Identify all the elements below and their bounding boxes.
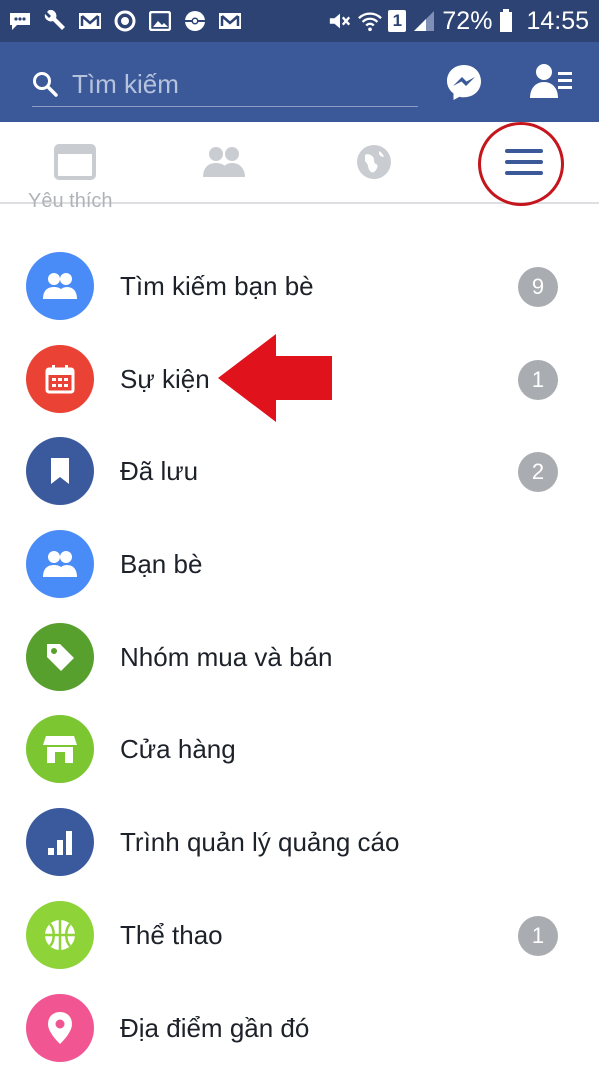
friend-requests-button[interactable] — [530, 60, 574, 104]
news-feed-icon — [54, 144, 96, 180]
ball-icon — [26, 901, 94, 969]
annotation-arrow-icon — [218, 334, 332, 422]
menu-item-nearby-places[interactable]: Địa điểm gần đó — [0, 982, 599, 1074]
mute-icon — [328, 10, 352, 32]
messenger-button[interactable] — [442, 60, 486, 104]
bar-chart-icon — [26, 808, 94, 876]
menu-item-find-friends[interactable]: Tìm kiếm bạn bè 9 — [0, 240, 599, 333]
friends-icon — [202, 145, 246, 179]
menu-item-label: Thể thao — [120, 920, 223, 951]
image-icon — [148, 10, 172, 32]
menu-item-label: Đã lưu — [120, 456, 198, 487]
menu-item-sports[interactable]: Thể thao 1 — [0, 889, 599, 982]
menu-item-ads-manager[interactable]: Trình quản lý quảng cáo — [0, 796, 599, 889]
search-bar[interactable]: Tìm kiếm — [32, 62, 418, 107]
notification-badge: 1 — [518, 360, 558, 400]
menu-item-friends[interactable]: Bạn bè — [0, 518, 599, 611]
friends-icon — [26, 252, 94, 320]
signal-icon — [412, 10, 436, 32]
menu-item-buy-sell-groups[interactable]: Nhóm mua và bán — [0, 611, 599, 704]
menu-item-label: Tìm kiếm bạn bè — [120, 271, 314, 302]
tab-friends[interactable] — [200, 138, 248, 186]
menu-item-label: Nhóm mua và bán — [120, 642, 332, 673]
search-input[interactable]: Tìm kiếm — [72, 69, 179, 100]
notification-badge: 9 — [518, 267, 558, 307]
friend-requests-icon — [530, 62, 574, 102]
menu-item-label: Cửa hàng — [120, 734, 236, 765]
section-header: Yêu thích — [28, 186, 228, 210]
battery-percent: 72% — [442, 7, 492, 36]
wrench-icon — [43, 10, 67, 32]
section-label: Yêu thích — [28, 190, 113, 210]
wifi-icon — [358, 10, 382, 32]
menu-item-label: Sự kiện — [120, 364, 210, 395]
menu-item-label: Trình quản lý quảng cáo — [120, 827, 399, 858]
tab-notifications[interactable] — [350, 138, 398, 186]
friends-icon — [26, 530, 94, 598]
bookmark-icon — [26, 437, 94, 505]
sim-icon: 1 — [388, 10, 406, 32]
clock-time: 14:55 — [526, 7, 589, 36]
game-controller-icon — [183, 10, 207, 32]
location-pin-icon — [26, 994, 94, 1062]
annotation-circle — [478, 122, 564, 206]
notification-badge: 2 — [518, 452, 558, 492]
price-tag-icon — [26, 623, 94, 691]
menu-item-label: Bạn bè — [120, 549, 202, 580]
sim-badge: 1 — [393, 11, 402, 31]
menu-item-shops[interactable]: Cửa hàng — [0, 703, 599, 796]
target-icon — [113, 10, 137, 32]
app-bar: Tìm kiếm — [0, 42, 599, 122]
search-icon — [32, 71, 58, 97]
menu-item-label: Địa điểm gần đó — [120, 1013, 309, 1044]
store-icon — [26, 715, 94, 783]
gmail-icon — [218, 10, 242, 32]
messenger-icon — [444, 62, 484, 102]
globe-icon — [355, 143, 393, 181]
gmail-icon — [78, 10, 102, 32]
battery-icon — [498, 10, 514, 32]
menu-item-saved[interactable]: Đã lưu 2 — [0, 425, 599, 518]
notification-badge: 1 — [518, 916, 558, 956]
chat-bubble-icon — [8, 10, 32, 32]
status-bar: 1 72% 14:55 — [0, 0, 599, 42]
tab-news-feed[interactable] — [51, 138, 99, 186]
calendar-icon — [26, 345, 94, 413]
